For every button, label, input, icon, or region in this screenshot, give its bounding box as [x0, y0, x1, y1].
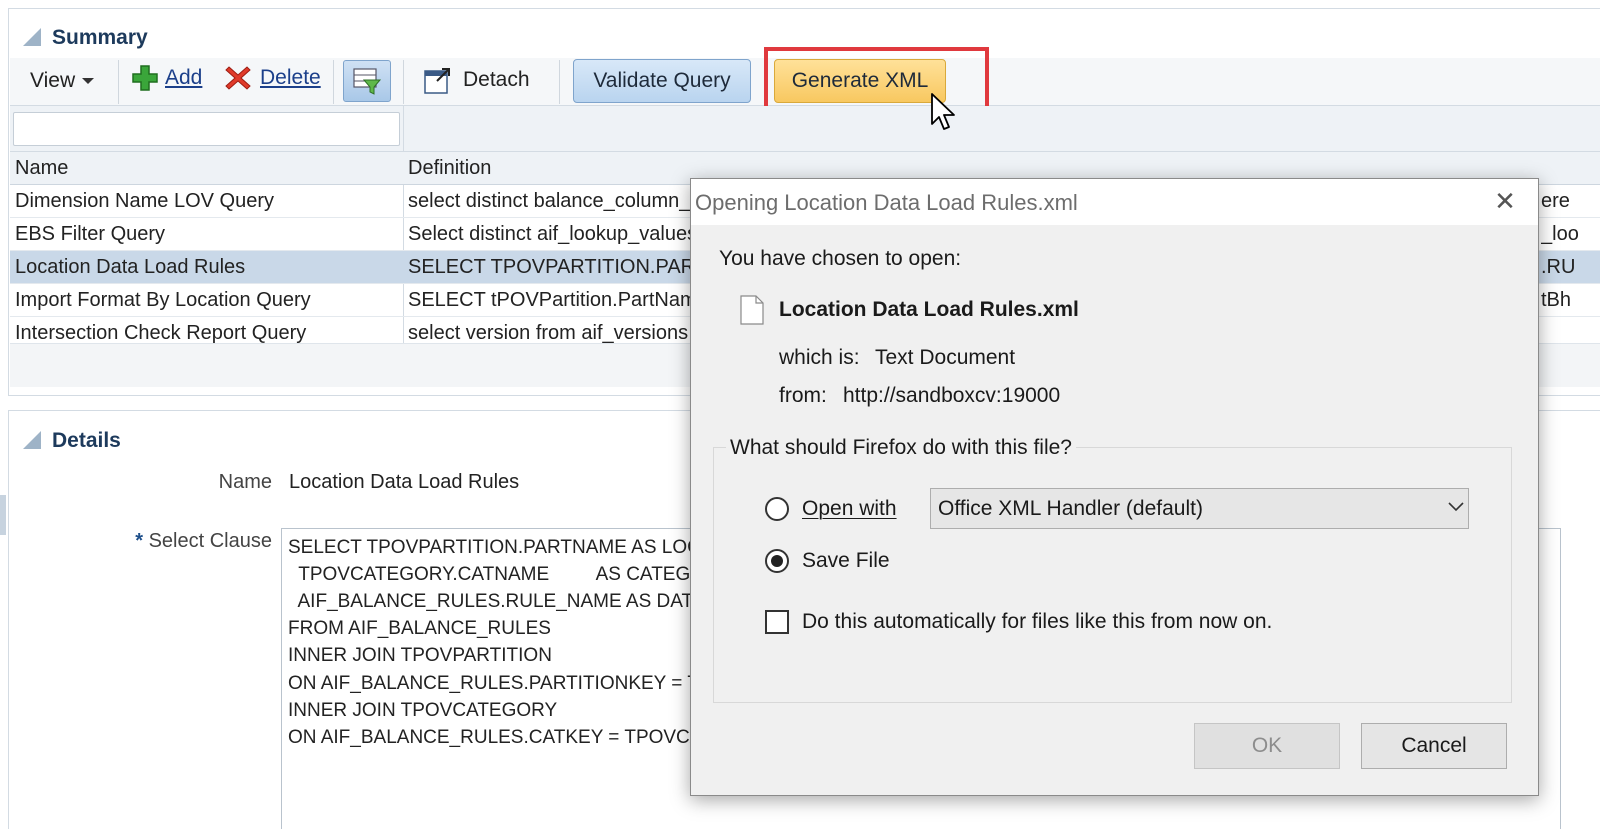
chevron-down-icon [1448, 502, 1464, 512]
row-definition: SELECT tPOVPartition.PartName [408, 289, 693, 311]
detach-label: Detach [463, 68, 530, 91]
plus-icon [132, 65, 158, 91]
open-with-value: Office XML Handler (default) [938, 497, 1203, 520]
open-with-radio[interactable] [765, 497, 789, 521]
name-filter-input[interactable] [13, 112, 400, 146]
collapse-summary-icon[interactable] [23, 28, 41, 46]
file-action-group [713, 447, 1512, 703]
sql-line: TPOVCATEGORY.CATNAME AS CATEGORY, [288, 564, 734, 585]
auto-action-checkbox[interactable] [765, 610, 789, 634]
row-definition-tail: _loo [1541, 223, 1579, 245]
chevron-down-icon [82, 78, 95, 84]
column-header-name[interactable]: Name [15, 157, 68, 180]
row-definition: select distinct balance_column_name [408, 190, 693, 212]
row-name: Location Data Load Rules [15, 256, 246, 278]
splitter-handle[interactable] [0, 495, 6, 535]
sql-line: INNER JOIN TPOVCATEGORY [288, 700, 558, 721]
select-clause-label: Select Clause [148, 530, 272, 552]
add-label: Add [165, 66, 203, 89]
summary-title: Summary [52, 26, 148, 49]
row-name: EBS Filter Query [15, 223, 166, 245]
toolbar-divider [118, 60, 119, 104]
row-name: Intersection Check Report Query [15, 322, 307, 343]
required-mark: * [135, 530, 144, 552]
view-menu-label: View [30, 69, 76, 92]
row-definition-tail: tBh [1541, 289, 1572, 311]
delete-button[interactable]: Delete [224, 64, 321, 92]
select-clause-label-group: * Select Clause [60, 530, 272, 553]
column-header-definition[interactable]: Definition [408, 157, 491, 180]
toolbar-divider [559, 60, 560, 104]
sql-line: FROM AIF_BALANCE_RULES [288, 618, 551, 639]
row-definition-tail: ere [1541, 190, 1570, 212]
which-is-label: which is: [779, 346, 860, 369]
filter-table-icon [353, 68, 382, 95]
dialog-title: Opening Location Data Load Rules.xml [695, 190, 1078, 215]
name-value: Location Data Load Rules [289, 471, 520, 493]
row-definition: select version from aif_versions [408, 322, 689, 343]
close-icon[interactable]: ✕ [1490, 186, 1520, 217]
toolbar-divider [333, 60, 334, 104]
delete-x-icon [225, 66, 251, 90]
from-label: from: [779, 384, 827, 407]
details-title: Details [52, 429, 121, 452]
query-by-example-button[interactable] [343, 60, 391, 102]
ok-button[interactable]: OK [1194, 723, 1340, 769]
file-action-question: What should Firefox do with this file? [726, 436, 1076, 460]
open-with-label[interactable]: Open with [802, 497, 897, 521]
cancel-button[interactable]: Cancel [1361, 723, 1507, 769]
delete-label: Delete [260, 66, 321, 89]
radio-selected-dot [771, 555, 783, 567]
save-file-radio[interactable] [765, 549, 789, 573]
which-is-value: Text Document [875, 346, 1016, 369]
add-button[interactable]: Add [131, 64, 202, 92]
row-name: Import Format By Location Query [15, 289, 311, 311]
save-file-label[interactable]: Save File [802, 549, 890, 573]
auto-action-label[interactable]: Do this automatically for files like thi… [802, 610, 1272, 634]
mouse-cursor-icon [931, 93, 955, 130]
dialog-intro: You have chosen to open: [719, 247, 962, 270]
row-definition: SELECT TPOVPARTITION.PARTNAME [408, 256, 693, 278]
sql-line: INNER JOIN TPOVPARTITION [288, 645, 552, 666]
from-value: http://sandboxcv:19000 [843, 384, 1061, 407]
view-menu[interactable]: View [30, 69, 95, 93]
row-definition: Select distinct aif_lookup_values [408, 223, 693, 245]
toolbar-divider [403, 60, 404, 104]
detach-button[interactable]: Detach [423, 65, 530, 95]
row-name: Dimension Name LOV Query [15, 190, 274, 212]
dialog-filename: Location Data Load Rules.xml [779, 298, 1079, 321]
detach-icon [424, 68, 450, 94]
collapse-details-icon[interactable] [23, 431, 41, 449]
document-icon [740, 295, 764, 325]
name-label: Name [218, 471, 272, 493]
row-definition-tail: .RU [1541, 256, 1576, 278]
validate-query-button[interactable]: Validate Query [573, 59, 751, 103]
